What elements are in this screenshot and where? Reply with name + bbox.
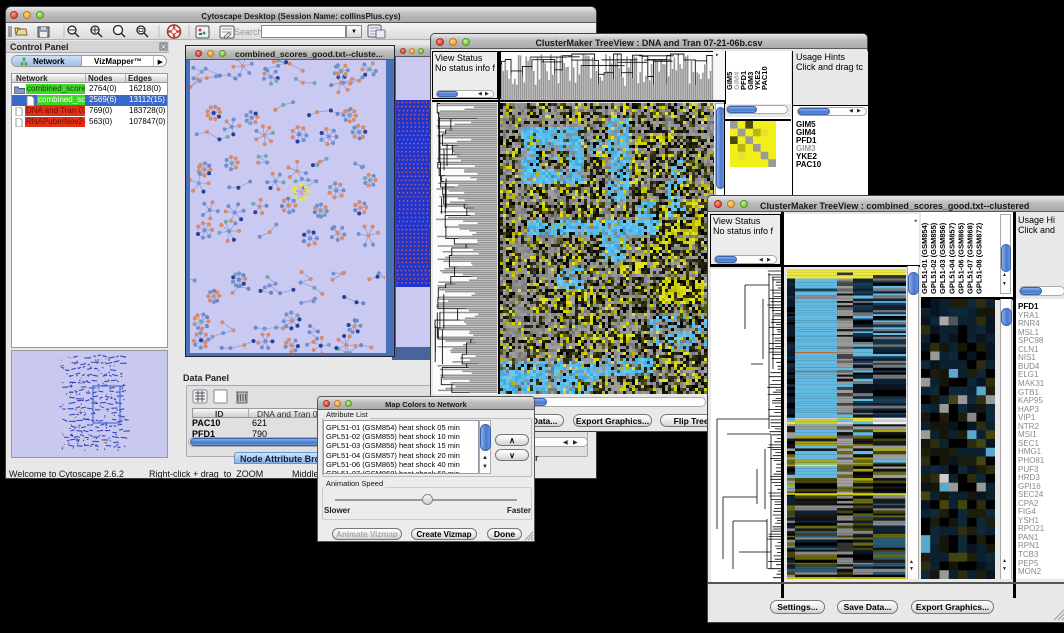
svg-text:GPL51-01 (GSM854): GPL51-01 (GSM854) xyxy=(921,222,929,294)
svg-text:GPL51-07 (GSM868): GPL51-07 (GSM868) xyxy=(966,222,975,294)
svg-text:GPL51-06 (GSM865): GPL51-06 (GSM865) xyxy=(956,222,965,294)
svg-text:GPL51-03 (GSM856): GPL51-03 (GSM856) xyxy=(938,222,947,294)
svg-text:GPL51-02 (GSM855): GPL51-02 (GSM855) xyxy=(929,222,938,294)
svg-text:GPL51-08 (GSM872): GPL51-08 (GSM872) xyxy=(975,222,984,294)
svg-text:PAC10: PAC10 xyxy=(760,66,769,90)
svg-text:GPL51-04 (GSM857): GPL51-04 (GSM857) xyxy=(947,222,956,294)
